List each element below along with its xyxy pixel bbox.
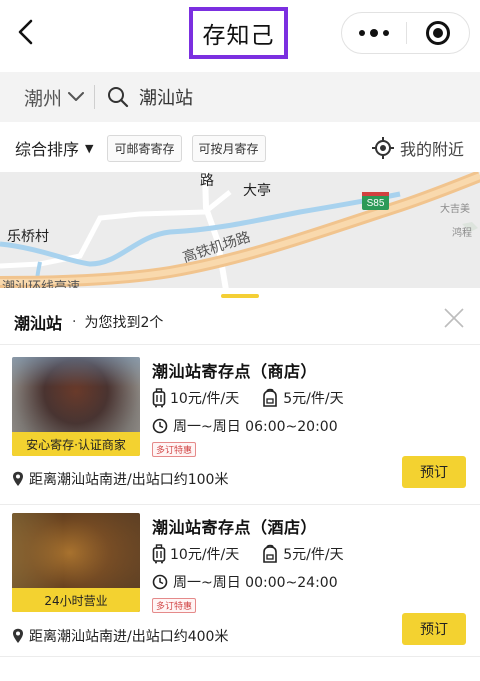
map-view[interactable]: S85 路 大亭 乐桥村 高铁机场路 潮汕环线高速 大吉美 鸿程 (0, 172, 480, 290)
location-pin-icon (13, 628, 23, 643)
search-query: 潮汕站 (139, 88, 194, 109)
more-dots-icon (370, 29, 378, 37)
close-icon (444, 308, 464, 328)
store-card[interactable]: 24小时营业 潮汕站寄存点（酒店） 10元/件/天 5元/件/天 周一~周日 0… (0, 504, 480, 664)
distance-row: 距离潮汕站南进/出站口约400米 (12, 626, 228, 646)
bag-price: 5元/件/天 (283, 547, 344, 563)
opening-hours: 周一~周日 00:00~24:00 (173, 575, 338, 591)
luggage-price: 10元/件/天 (170, 391, 240, 407)
results-header: 潮汕站 · 为您找到2个 (0, 300, 480, 344)
city-name: 潮州 (24, 87, 63, 110)
search-bar: 潮州 潮汕站 (0, 72, 480, 122)
sort-dropdown[interactable]: 综合排序 ▼ (15, 136, 93, 160)
target-circle-icon (426, 21, 450, 45)
book-button[interactable]: 预订 (402, 613, 466, 645)
price-row: 10元/件/天 5元/件/天 (152, 388, 344, 408)
page-title-text: 存知己 (202, 23, 275, 49)
close-mini-program-button[interactable] (407, 13, 469, 53)
sort-label: 综合排序 (15, 140, 80, 159)
store-distance: 距离潮汕站南进/出站口约400米 (29, 629, 229, 645)
map-label-road: 路 (200, 173, 214, 189)
back-button[interactable] (10, 14, 42, 50)
promo-tag: 多订特惠 (152, 598, 197, 613)
store-photo: 24小时营业 (12, 513, 140, 612)
luggage-icon (152, 544, 166, 564)
map-label-small-1: 大吉美 (440, 204, 470, 215)
search-divider (94, 85, 96, 109)
filter-row: 综合排序 ▼ 可邮寄寄存 可按月寄存 我的附近 (0, 128, 480, 168)
locate-icon (371, 137, 394, 159)
more-dots-icon (383, 30, 389, 36)
divider (0, 656, 480, 657)
clock-icon (152, 574, 168, 590)
caret-down-icon: ▼ (85, 141, 94, 155)
luggage-icon (152, 388, 166, 408)
map-label-small-2: 鸿程 (452, 228, 472, 239)
nearby-button[interactable]: 我的附近 (371, 128, 464, 168)
close-results-button[interactable] (442, 306, 466, 330)
nav-header: 存知己 (0, 0, 480, 66)
results-separator: · (72, 314, 77, 330)
store-photo: 安心寄存·认证商家 (12, 357, 140, 456)
clock-icon (152, 418, 168, 434)
filter-chip-mail[interactable]: 可邮寄寄存 (107, 134, 182, 162)
filter-chip-monthly[interactable]: 可按月寄存 (191, 134, 266, 162)
sheet-drag-handle[interactable] (221, 294, 259, 298)
search-icon (108, 87, 129, 108)
store-banner: 安心寄存·认证商家 (12, 432, 140, 456)
chevron-left-icon (18, 19, 33, 45)
more-dots-icon (359, 30, 365, 36)
location-pin-icon (13, 471, 23, 486)
results-station: 潮汕站 (14, 314, 63, 333)
more-button[interactable] (342, 13, 406, 53)
expressway-badge-text: S85 (367, 198, 385, 209)
chevron-down-icon (68, 92, 85, 101)
bag-price: 5元/件/天 (283, 391, 344, 407)
distance-row: 距离潮汕站南进/出站口约100米 (12, 469, 228, 489)
price-row: 10元/件/天 5元/件/天 (152, 544, 344, 564)
city-selector[interactable]: 潮州 (0, 72, 85, 122)
store-name: 潮汕站寄存点（酒店） (152, 518, 318, 537)
hours-row: 周一~周日 00:00~24:00 (152, 572, 338, 592)
mini-program-capsule (341, 12, 470, 54)
store-banner: 24小时营业 (12, 588, 140, 612)
store-card[interactable]: 安心寄存·认证商家 潮汕站寄存点（商店） 10元/件/天 5元/件/天 周一~周… (0, 344, 480, 504)
book-button[interactable]: 预订 (402, 456, 466, 488)
nearby-label: 我的附近 (399, 140, 464, 159)
map-label-town: 大亭 (243, 183, 271, 199)
store-distance: 距离潮汕站南进/出站口约100米 (29, 472, 229, 488)
store-name: 潮汕站寄存点（商店） (152, 362, 318, 381)
luggage-price: 10元/件/天 (170, 547, 240, 563)
promo-tag: 多订特惠 (152, 442, 197, 457)
backpack-icon (263, 544, 278, 563)
hours-row: 周一~周日 06:00~20:00 (152, 416, 338, 436)
map-label-village: 乐桥村 (7, 229, 49, 245)
opening-hours: 周一~周日 06:00~20:00 (173, 419, 338, 435)
results-count: 为您找到2个 (84, 315, 164, 331)
page-title: 存知己 (189, 7, 288, 59)
search-input[interactable]: 潮汕站 (107, 84, 193, 110)
backpack-icon (263, 388, 278, 407)
